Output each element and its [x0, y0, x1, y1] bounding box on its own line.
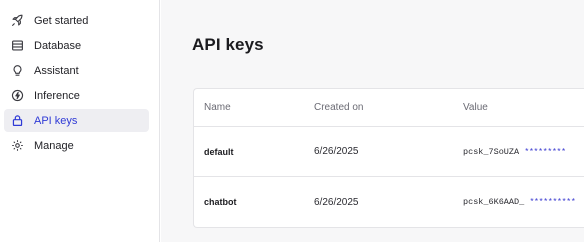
- key-created-on: 6/26/2025: [314, 146, 359, 157]
- sidebar-item-assistant[interactable]: Assistant: [4, 59, 149, 82]
- table-row[interactable]: chatbot 6/26/2025 pcsk_6K6AAD_ *********…: [194, 177, 584, 227]
- key-value[interactable]: pcsk_6K6AAD_ **********: [463, 197, 576, 207]
- sidebar-item-api-keys[interactable]: API keys: [4, 109, 149, 132]
- bolt-icon: [10, 89, 24, 103]
- key-value-mask: **********: [529, 197, 576, 207]
- sidebar-item-label: Assistant: [34, 64, 79, 77]
- sidebar-item-label: Manage: [34, 139, 74, 152]
- key-value-mask: *********: [524, 146, 566, 157]
- sidebar-item-database[interactable]: Database: [4, 34, 149, 57]
- key-value-prefix: pcsk_6K6AAD_: [463, 197, 525, 207]
- sidebar-item-get-started[interactable]: Get started: [4, 9, 149, 32]
- sidebar: Get started Database Assistant Inference…: [0, 0, 160, 242]
- gear-icon: [10, 139, 24, 153]
- key-name: default: [204, 146, 234, 157]
- sidebar-item-label: Inference: [34, 89, 80, 102]
- main-content: API keys Name Created on Value default 6…: [161, 0, 584, 242]
- lock-icon: [10, 114, 24, 128]
- key-value-prefix: pcsk_7SoUZA: [463, 146, 520, 157]
- app-window: Get started Database Assistant Inference…: [0, 0, 584, 242]
- page-title: API keys: [192, 35, 264, 54]
- column-header-name: Name: [204, 102, 231, 113]
- database-icon: [10, 39, 24, 53]
- key-name: chatbot: [204, 197, 237, 207]
- key-created-on: 6/26/2025: [314, 196, 359, 208]
- sidebar-item-inference[interactable]: Inference: [4, 84, 149, 107]
- rocket-icon: [10, 14, 24, 28]
- sidebar-item-manage[interactable]: Manage: [4, 134, 149, 157]
- table-header: Name Created on Value: [194, 89, 584, 127]
- table-row[interactable]: default 6/26/2025 pcsk_7SoUZA *********: [194, 127, 584, 177]
- api-keys-table: Name Created on Value default 6/26/2025 …: [193, 88, 584, 228]
- sidebar-item-label: API keys: [34, 114, 78, 127]
- sidebar-item-label: Database: [34, 39, 82, 52]
- sidebar-item-label: Get started: [34, 14, 89, 27]
- lightbulb-icon: [10, 64, 24, 78]
- column-header-created-on: Created on: [314, 102, 364, 113]
- key-value[interactable]: pcsk_7SoUZA *********: [463, 147, 566, 157]
- column-header-value: Value: [463, 102, 488, 113]
